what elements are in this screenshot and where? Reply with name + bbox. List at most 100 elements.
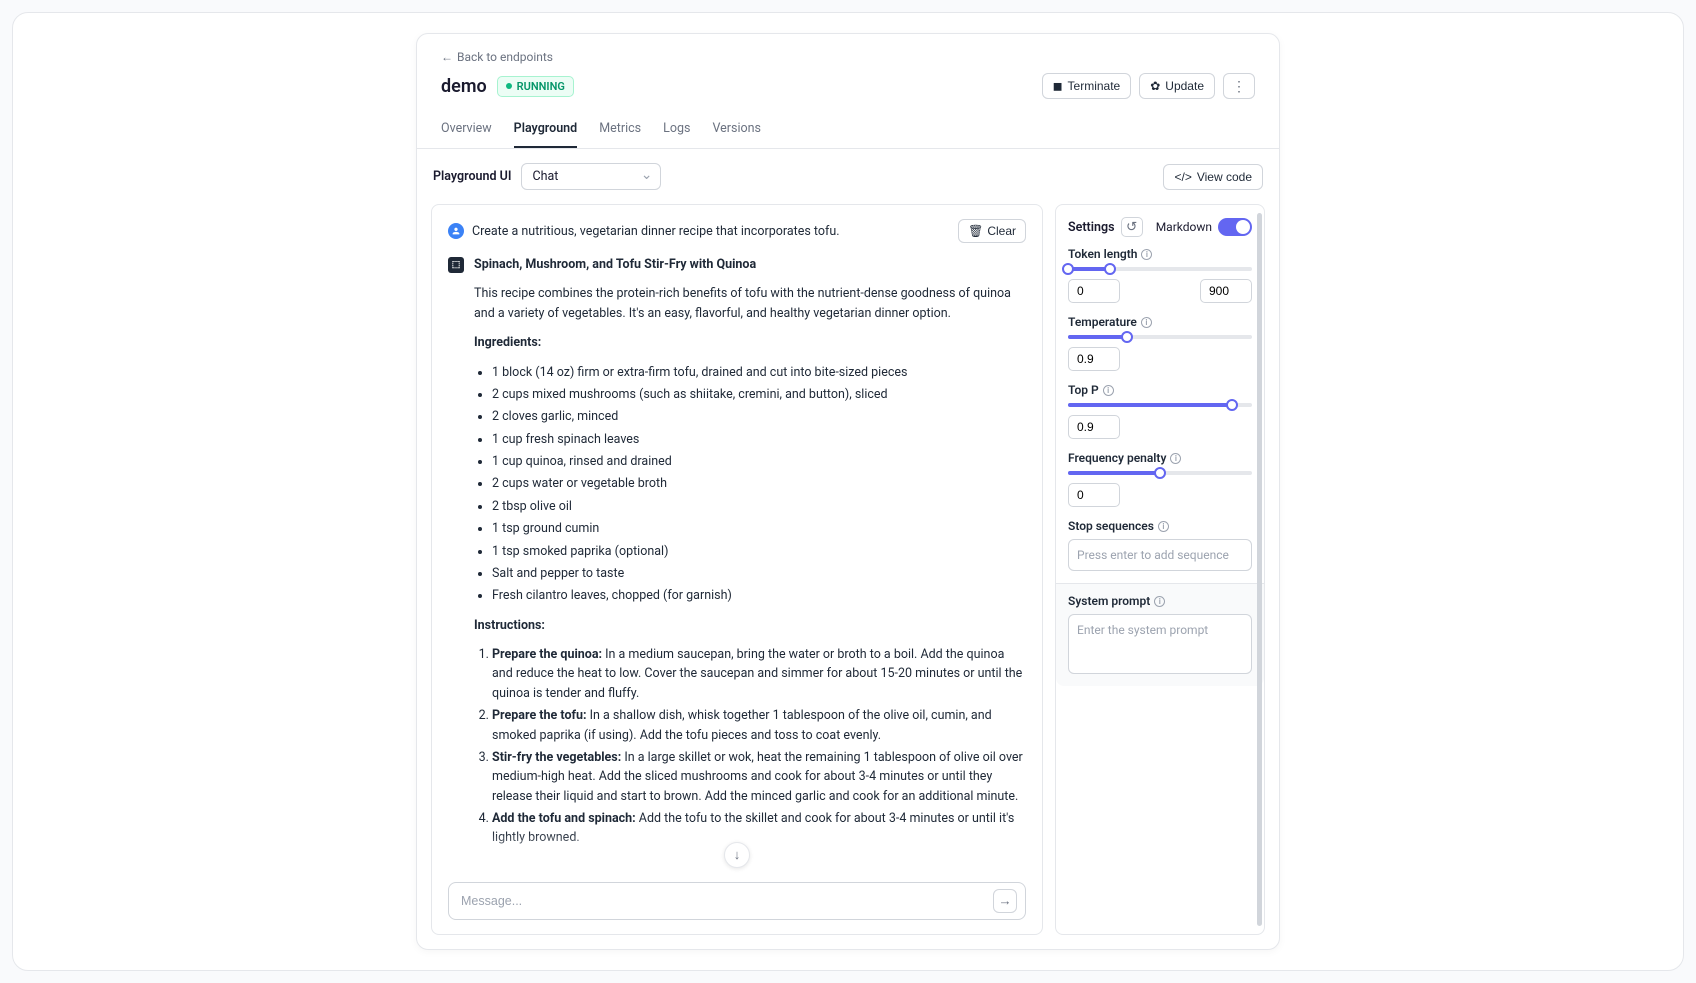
- info-icon[interactable]: i: [1103, 385, 1114, 396]
- settings-header: Settings: [1068, 220, 1115, 235]
- list-item: 1 block (14 oz) firm or extra-firm tofu,…: [492, 363, 1026, 382]
- update-button[interactable]: ✿ Update: [1139, 73, 1215, 99]
- info-icon[interactable]: i: [1141, 317, 1152, 328]
- terminate-button[interactable]: ◼ Terminate: [1042, 73, 1132, 99]
- markdown-toggle[interactable]: [1218, 218, 1252, 236]
- terminate-label: Terminate: [1068, 79, 1121, 93]
- token-length-slider[interactable]: [1068, 267, 1252, 271]
- info-icon[interactable]: i: [1141, 249, 1152, 260]
- status-badge: RUNNING: [497, 76, 574, 97]
- header: ← Back to endpoints demo RUNNING ◼ Termi…: [417, 34, 1279, 99]
- clear-button[interactable]: 🗑 Clear: [958, 219, 1026, 243]
- freq-penalty-label: Frequency penalty: [1068, 451, 1166, 465]
- trash-icon: 🗑: [968, 224, 983, 238]
- setting-frequency-penalty: Frequency penalty i: [1068, 451, 1252, 507]
- update-label: Update: [1165, 79, 1204, 93]
- temperature-slider[interactable]: [1068, 335, 1252, 339]
- gear-icon: ✿: [1150, 79, 1160, 93]
- playground-ui-label: Playground UI: [433, 169, 511, 184]
- chat-panel: Create a nutritious, vegetarian dinner r…: [431, 204, 1043, 935]
- token-length-label: Token length: [1068, 247, 1137, 261]
- freq-penalty-slider[interactable]: [1068, 471, 1252, 475]
- ingredients-list: 1 block (14 oz) firm or extra-firm tofu,…: [492, 363, 1026, 606]
- tab-versions[interactable]: Versions: [712, 113, 761, 148]
- settings-panel: Settings ↺ Markdown Token length i: [1055, 204, 1265, 935]
- top-p-input[interactable]: [1068, 415, 1120, 439]
- scroll-down-button[interactable]: ↓: [724, 842, 750, 868]
- toolbar-left: Playground UI Chat: [433, 163, 661, 190]
- tab-playground[interactable]: Playground: [514, 113, 578, 148]
- instructions-list: Prepare the quinoa: In a medium saucepan…: [492, 645, 1026, 848]
- setting-token-length: Token length i: [1068, 247, 1252, 303]
- code-icon: </>: [1174, 170, 1191, 184]
- tab-logs[interactable]: Logs: [663, 113, 690, 148]
- stop-seq-input[interactable]: Press enter to add sequence: [1068, 539, 1252, 571]
- list-item: 1 cup fresh spinach leaves: [492, 430, 1026, 449]
- tab-overview[interactable]: Overview: [441, 113, 492, 148]
- send-button[interactable]: →: [993, 889, 1017, 913]
- scrollbar[interactable]: [1257, 213, 1262, 926]
- tab-metrics[interactable]: Metrics: [599, 113, 641, 148]
- input-row: →: [432, 872, 1042, 934]
- info-icon[interactable]: i: [1170, 453, 1181, 464]
- back-link[interactable]: ← Back to endpoints: [441, 50, 553, 64]
- freq-penalty-input[interactable]: [1068, 483, 1120, 507]
- title-actions: ◼ Terminate ✿ Update ⋮: [1042, 73, 1255, 99]
- settings-header-row: Settings ↺ Markdown: [1068, 217, 1252, 237]
- instructions-label: Instructions:: [474, 618, 545, 633]
- info-icon[interactable]: i: [1158, 521, 1169, 532]
- list-item: 1 cup quinoa, rinsed and drained: [492, 452, 1026, 471]
- reset-button[interactable]: ↺: [1121, 217, 1143, 237]
- token-max-input[interactable]: [1200, 279, 1252, 303]
- stop-icon: ◼: [1053, 79, 1063, 93]
- stop-seq-label: Stop sequences: [1068, 519, 1154, 533]
- list-item: 2 cups mixed mushrooms (such as shiitake…: [492, 385, 1026, 404]
- list-item: 2 cups water or vegetable broth: [492, 474, 1026, 493]
- list-item: 1 tsp ground cumin: [492, 519, 1026, 538]
- temperature-input[interactable]: [1068, 347, 1120, 371]
- message-input-wrap: →: [448, 882, 1026, 920]
- recipe-intro: This recipe combines the protein-rich be…: [474, 284, 1026, 323]
- toolbar: Playground UI Chat </> View code: [417, 149, 1279, 204]
- list-item: Prepare the quinoa: In a medium saucepan…: [492, 645, 1026, 703]
- assistant-content: Spinach, Mushroom, and Tofu Stir-Fry wit…: [474, 255, 1026, 858]
- list-item: Add the tofu and spinach: Add the tofu t…: [492, 809, 1026, 848]
- message-input[interactable]: [461, 894, 993, 908]
- user-message: Create a nutritious, vegetarian dinner r…: [472, 224, 840, 239]
- info-icon[interactable]: i: [1154, 596, 1165, 607]
- assistant-logo-icon: ⬚: [448, 257, 464, 273]
- chat-body: Create a nutritious, vegetarian dinner r…: [432, 205, 1042, 872]
- list-item: 2 cloves garlic, minced: [492, 407, 1026, 426]
- setting-top-p: Top Pi: [1068, 383, 1252, 439]
- title-left: demo RUNNING: [441, 76, 574, 97]
- setting-system-prompt: System prompt i Enter the system prompt: [1056, 583, 1264, 686]
- playground-ui-select[interactable]: Chat: [521, 163, 661, 190]
- user-avatar-icon: [448, 223, 464, 239]
- system-prompt-input[interactable]: Enter the system prompt: [1068, 614, 1252, 674]
- more-button[interactable]: ⋮: [1223, 73, 1255, 99]
- view-code-label: View code: [1197, 170, 1252, 184]
- main-columns: Create a nutritious, vegetarian dinner r…: [417, 204, 1279, 949]
- token-min-input[interactable]: [1068, 279, 1120, 303]
- recipe-title: Spinach, Mushroom, and Tofu Stir-Fry wit…: [474, 255, 1026, 274]
- tabs: Overview Playground Metrics Logs Version…: [417, 113, 1279, 149]
- undo-icon: ↺: [1126, 219, 1137, 235]
- app-frame: ← Back to endpoints demo RUNNING ◼ Termi…: [12, 12, 1684, 971]
- temperature-label: Temperature: [1068, 315, 1137, 329]
- arrow-left-icon: ←: [441, 50, 453, 64]
- arrow-down-icon: ↓: [734, 847, 741, 863]
- dots-icon: ⋮: [1232, 79, 1246, 93]
- back-label: Back to endpoints: [457, 50, 553, 64]
- title-row: demo RUNNING ◼ Terminate ✿ Update ⋮: [441, 73, 1255, 99]
- view-code-button[interactable]: </> View code: [1163, 164, 1263, 190]
- list-item: Fresh cilantro leaves, chopped (for garn…: [492, 586, 1026, 605]
- list-item: Prepare the tofu: In a shallow dish, whi…: [492, 706, 1026, 745]
- setting-temperature: Temperature i: [1068, 315, 1252, 371]
- user-row: Create a nutritious, vegetarian dinner r…: [448, 219, 1026, 243]
- page-title: demo: [441, 76, 487, 97]
- markdown-label: Markdown: [1156, 220, 1212, 234]
- ingredients-label: Ingredients:: [474, 335, 541, 350]
- system-prompt-label: System prompt: [1068, 594, 1150, 608]
- clear-label: Clear: [987, 224, 1016, 238]
- top-p-slider[interactable]: [1068, 403, 1252, 407]
